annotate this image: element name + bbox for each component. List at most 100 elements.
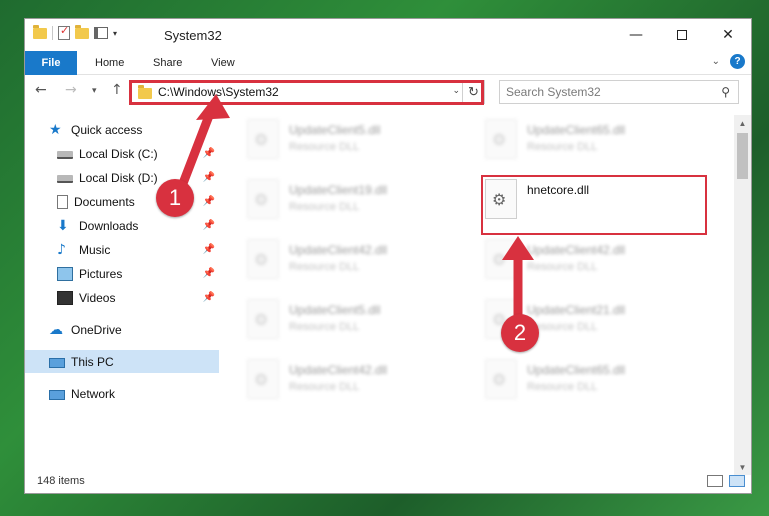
sidebar-item-onedrive[interactable]: ☁ OneDrive	[25, 318, 219, 341]
close-button[interactable]: ✕	[705, 19, 751, 51]
forward-arrow-icon[interactable]: →	[65, 82, 77, 98]
file-item[interactable]: UpdateClient5.dll Resource DLL	[247, 119, 477, 169]
file-item[interactable]: UpdateClient42.dll Resource DLL	[485, 239, 715, 289]
search-input[interactable]: Search System32 ⚲	[499, 80, 739, 104]
file-type: Resource DLL	[289, 201, 360, 213]
file-type: Resource DLL	[289, 141, 360, 153]
file-list: UpdateClient5.dll Resource DLL UpdateCli…	[225, 115, 733, 473]
file-type: Resource DLL	[527, 321, 598, 333]
large-icons-view-icon[interactable]	[729, 475, 745, 487]
file-item[interactable]: UpdateClient19.dll Resource DLL	[247, 179, 477, 229]
sidebar-item-videos[interactable]: Videos 📌	[25, 286, 219, 309]
sidebar-item-label: Quick access	[71, 122, 143, 137]
sidebar-item-label: Local Disk (C:)	[79, 146, 158, 161]
recent-locations-chevron-icon[interactable]: ▾	[92, 86, 97, 96]
scroll-thumb[interactable]	[737, 133, 748, 179]
sidebar-item-label: Pictures	[79, 266, 123, 281]
file-texts: UpdateClient65.dll Resource DLL	[527, 359, 625, 393]
pin-icon[interactable]: 📌	[203, 268, 215, 279]
file-type: Resource DLL	[289, 321, 360, 333]
help-icon[interactable]: ?	[730, 54, 745, 69]
file-type: Resource DLL	[527, 381, 598, 393]
dll-file-icon	[247, 119, 279, 159]
step-badge-2: 2	[501, 314, 539, 352]
expand-ribbon-chevron-icon[interactable]: ⌄	[712, 56, 720, 67]
properties-icon[interactable]	[58, 24, 70, 40]
sidebar-item-label: Music	[79, 242, 111, 257]
scroll-up-arrow-icon[interactable]: ▲	[734, 115, 751, 131]
file-name: UpdateClient21.dll	[527, 303, 626, 317]
disk-icon	[57, 151, 73, 159]
tab-file[interactable]: File	[25, 51, 77, 75]
step-badge-1: 1	[156, 179, 194, 217]
dll-file-icon	[485, 179, 517, 219]
sidebar-item-this-pc[interactable]: This PC	[25, 350, 219, 373]
tab-share[interactable]: Share	[153, 51, 182, 75]
file-item[interactable]: UpdateClient65.dll Resource DLL	[485, 119, 715, 169]
up-arrow-icon[interactable]: ↑	[111, 82, 123, 98]
view-icon[interactable]	[94, 27, 108, 39]
file-item[interactable]: UpdateClient5.dll Resource DLL	[247, 299, 477, 349]
address-path[interactable]: C:\Windows\System32	[158, 85, 279, 99]
sidebar-item-local-disk-c[interactable]: Local Disk (C:) 📌	[25, 142, 219, 165]
file-name: UpdateClient42.dll	[289, 243, 388, 257]
tab-home[interactable]: Home	[95, 51, 124, 75]
file-name: UpdateClient42.dll	[527, 243, 626, 257]
file-name: hnetcore.dll	[527, 183, 590, 197]
pin-icon[interactable]: 📌	[203, 196, 215, 207]
file-texts: UpdateClient19.dll Resource DLL	[289, 179, 387, 213]
minimize-button[interactable]: —	[613, 19, 659, 51]
file-name: UpdateClient5.dll	[289, 303, 381, 317]
sidebar-item-label: Videos	[79, 290, 116, 305]
file-item-hnetcore[interactable]: hnetcore.dll	[485, 179, 715, 229]
window-title: System32	[164, 28, 222, 43]
file-item[interactable]: UpdateClient65.dll Resource DLL	[485, 359, 715, 409]
sidebar-item-downloads[interactable]: ⬇ Downloads 📌	[25, 214, 219, 237]
cloud-icon: ☁	[49, 321, 63, 338]
pin-icon[interactable]: 📌	[203, 244, 215, 255]
file-item[interactable]: UpdateClient42.dll Resource DLL	[247, 239, 477, 289]
search-icon[interactable]: ⚲	[721, 85, 730, 99]
navigation-bar: ← → ▾ ↑ C:\Windows\System32 ⌄ ↻ Search S…	[25, 76, 751, 110]
sidebar-item-pictures[interactable]: Pictures 📌	[25, 262, 219, 285]
dll-file-icon	[247, 359, 279, 399]
file-texts: UpdateClient5.dll Resource DLL	[289, 119, 380, 153]
details-view-icon[interactable]	[707, 475, 723, 487]
computer-icon	[49, 357, 65, 368]
maximize-button[interactable]	[659, 19, 705, 51]
new-folder-icon[interactable]	[75, 24, 89, 39]
back-arrow-icon[interactable]: ←	[35, 82, 47, 98]
sidebar-item-music[interactable]: ♪ Music 📌	[25, 238, 219, 261]
navigation-pane: ★ Quick access Local Disk (C:) 📌 Local D…	[25, 115, 219, 475]
file-name: UpdateClient5.dll	[289, 123, 381, 137]
pictures-icon	[57, 266, 73, 281]
music-icon: ♪	[57, 241, 66, 258]
sidebar-item-label: Local Disk (D:)	[79, 170, 158, 185]
chevron-down-icon[interactable]: ⌄	[452, 85, 460, 96]
dll-file-icon	[485, 119, 517, 159]
file-item[interactable]: UpdateClient42.dll Resource DLL	[247, 359, 477, 409]
file-name: UpdateClient42.dll	[289, 363, 388, 377]
pin-icon[interactable]: 📌	[203, 220, 215, 231]
ribbon-controls: ⌄ ?	[712, 54, 745, 69]
folder-icon	[33, 24, 47, 39]
customize-toolbar-chevron-icon[interactable]: ▾	[113, 29, 117, 38]
address-bar[interactable]: C:\Windows\System32 ⌄ ↻	[131, 80, 485, 104]
vertical-scrollbar[interactable]: ▲ ▼	[734, 115, 751, 475]
refresh-icon[interactable]: ↻	[462, 81, 484, 103]
sidebar-item-network[interactable]: Network	[25, 382, 219, 405]
pin-icon[interactable]: 📌	[203, 148, 215, 159]
pin-icon[interactable]: 📌	[203, 292, 215, 303]
dll-file-icon	[247, 179, 279, 219]
status-bar: 148 items	[25, 471, 751, 493]
file-texts: UpdateClient42.dll Resource DLL	[527, 239, 625, 273]
pin-icon[interactable]: 📌	[203, 172, 215, 183]
maximize-icon	[677, 30, 687, 40]
dll-file-icon	[485, 239, 517, 279]
title-bar: ▾ System32 — ✕	[25, 19, 751, 51]
item-count: 148 items	[37, 475, 85, 487]
sidebar-item-label: Network	[71, 386, 116, 401]
folder-icon	[138, 85, 152, 99]
sidebar-item-quick-access[interactable]: ★ Quick access	[25, 118, 219, 141]
tab-view[interactable]: View	[211, 51, 235, 75]
